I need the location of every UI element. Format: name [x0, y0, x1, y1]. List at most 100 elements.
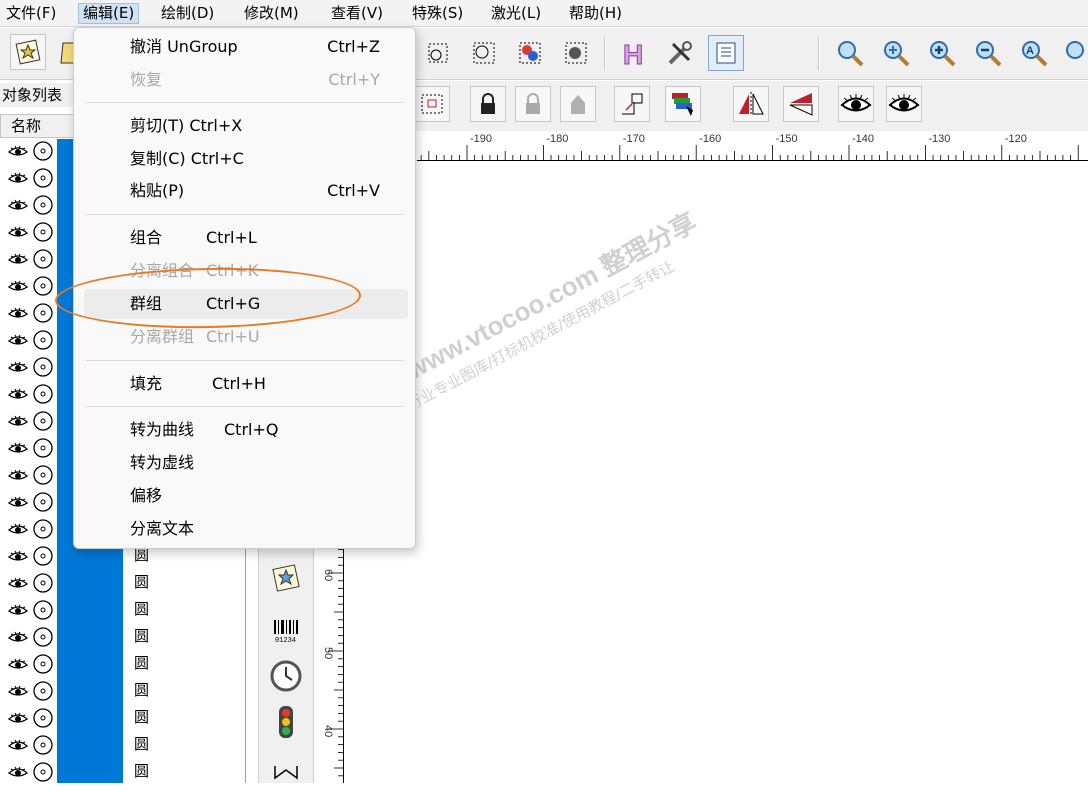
row-visibility-icon[interactable] [6, 491, 54, 513]
row-visibility-icon[interactable] [6, 599, 54, 621]
properties-button[interactable] [708, 35, 744, 71]
menu-combine-label: 组合 [130, 228, 163, 247]
row-object-name: 圆 [134, 654, 150, 672]
select-box-button[interactable] [414, 86, 450, 122]
row-visibility-icon[interactable] [6, 140, 54, 162]
menu-combine[interactable]: 组合 Ctrl+L [84, 223, 408, 253]
ruler-tick-label: -130 [928, 133, 950, 145]
menu-redo-shortcut: Ctrl+Y [328, 70, 380, 89]
h-text-button[interactable]: H [616, 35, 652, 71]
menu-laser[interactable]: 激光(L) [487, 3, 545, 24]
hatch-button[interactable] [558, 35, 594, 71]
row-visibility-icon[interactable] [6, 275, 54, 297]
star-draw-tool[interactable] [267, 559, 305, 597]
row-object-name: 圆 [134, 573, 150, 591]
row-visibility-icon[interactable] [6, 302, 54, 324]
select-circle-button[interactable] [466, 35, 502, 71]
row-visibility-icon[interactable] [6, 545, 54, 567]
select-box-icon [421, 94, 443, 114]
star-draw-icon [272, 564, 300, 592]
menu-file[interactable]: 文件(F) [2, 3, 60, 24]
traffic-light-icon [279, 706, 293, 738]
axis-tool[interactable] [267, 753, 305, 791]
row-visibility-icon[interactable] [6, 680, 54, 702]
zoom-out-icon [976, 41, 1002, 67]
menu-split-text[interactable]: 分离文本 [84, 514, 408, 544]
menu-special[interactable]: 特殊(S) [408, 3, 467, 24]
menu-undo[interactable]: 撤消 UnGroup Ctrl+Z [84, 32, 408, 62]
barcode-tool[interactable]: 01234 [267, 611, 305, 649]
zoom-out-button[interactable] [970, 35, 1006, 71]
menu-offset[interactable]: 偏移 [84, 481, 408, 511]
menu-view[interactable]: 查看(V) [327, 3, 387, 24]
mirror-horizontal-button[interactable] [733, 86, 769, 122]
zoom-button[interactable] [832, 35, 868, 71]
zoom-in-button[interactable] [924, 35, 960, 71]
unlock-button[interactable] [515, 86, 551, 122]
reference-point-button[interactable] [614, 86, 650, 122]
ruler-tick-label: -150 [776, 133, 798, 145]
layer-order-button[interactable] [665, 86, 701, 122]
show-button[interactable] [838, 86, 874, 122]
menu-to-dashed[interactable]: 转为虚线 [84, 448, 408, 478]
menu-combine-shortcut: Ctrl+L [206, 228, 257, 247]
menu-fill[interactable]: 填充 Ctrl+H [84, 369, 408, 399]
hide-button[interactable] [886, 86, 922, 122]
row-visibility-icon[interactable] [6, 329, 54, 351]
select-circle-icon [473, 42, 495, 64]
row-visibility-icon[interactable] [6, 194, 54, 216]
row-visibility-icon[interactable] [6, 167, 54, 189]
menu-modify[interactable]: 修改(M) [240, 3, 303, 24]
row-visibility-icon[interactable] [6, 464, 54, 486]
zoom-fit-icon [884, 41, 910, 67]
menu-draw[interactable]: 绘制(D) [157, 3, 218, 24]
star-tool-button[interactable] [10, 34, 46, 70]
row-visibility-icon[interactable] [6, 356, 54, 378]
row-visibility-icon[interactable] [6, 383, 54, 405]
ruler-tick-label: -120 [1005, 133, 1027, 145]
row-visibility-icon[interactable] [6, 707, 54, 729]
select-nodes-button[interactable] [420, 35, 456, 71]
menu-split-text-label: 分离文本 [130, 519, 195, 538]
color-fill-button[interactable] [512, 35, 548, 71]
menu-help[interactable]: 帮助(H) [565, 3, 626, 24]
menu-redo-label: 恢复 [130, 70, 163, 89]
tools-button[interactable] [662, 35, 698, 71]
unlock-all-button[interactable] [560, 86, 596, 122]
traffic-light-tool[interactable] [267, 703, 305, 741]
object-list-title: 对象列表 [0, 83, 80, 107]
zoom-all-button[interactable]: A [1016, 35, 1052, 71]
row-object-name: 圆 [134, 600, 150, 618]
menu-copy[interactable]: 复制(C) Ctrl+C [84, 144, 408, 174]
zoom-fit-button[interactable] [878, 35, 914, 71]
row-visibility-icon[interactable] [6, 653, 54, 675]
mirror-vertical-icon [789, 93, 813, 116]
menu-redo[interactable]: 恢复 Ctrl+Y [84, 65, 408, 95]
mirror-vertical-button[interactable] [783, 86, 819, 122]
row-object-name: 圆 [134, 735, 150, 753]
mirror-icon [739, 92, 764, 116]
zoom-extra-button[interactable] [1058, 35, 1088, 71]
row-visibility-icon[interactable] [6, 221, 54, 243]
row-visibility-icon[interactable] [6, 572, 54, 594]
menu-edit[interactable]: 编辑(E) [78, 3, 140, 24]
row-visibility-icon[interactable] [6, 437, 54, 459]
select-nodes-icon [428, 43, 448, 63]
reference-point-icon [622, 93, 643, 115]
menu-paste[interactable]: 粘贴(P) Ctrl+V [84, 176, 408, 206]
row-visibility-icon[interactable] [6, 248, 54, 270]
menu-cut-label: 剪切(T) Ctrl+X [130, 116, 243, 135]
unlock-icon [526, 93, 540, 114]
lock-button[interactable] [470, 86, 506, 122]
menu-to-curve[interactable]: 转为曲线 Ctrl+Q [84, 415, 408, 445]
row-visibility-icon[interactable] [6, 734, 54, 756]
row-object-name: 圆 [134, 681, 150, 699]
row-visibility-icon[interactable] [6, 761, 54, 783]
menu-ungroup[interactable]: 分离群组 Ctrl+U [84, 322, 408, 352]
row-visibility-icon[interactable] [6, 518, 54, 540]
row-visibility-icon[interactable] [6, 626, 54, 648]
column-header-name[interactable]: 名称 [11, 115, 41, 137]
clock-tool[interactable] [267, 657, 305, 695]
menu-cut[interactable]: 剪切(T) Ctrl+X [84, 111, 408, 141]
row-visibility-icon[interactable] [6, 410, 54, 432]
